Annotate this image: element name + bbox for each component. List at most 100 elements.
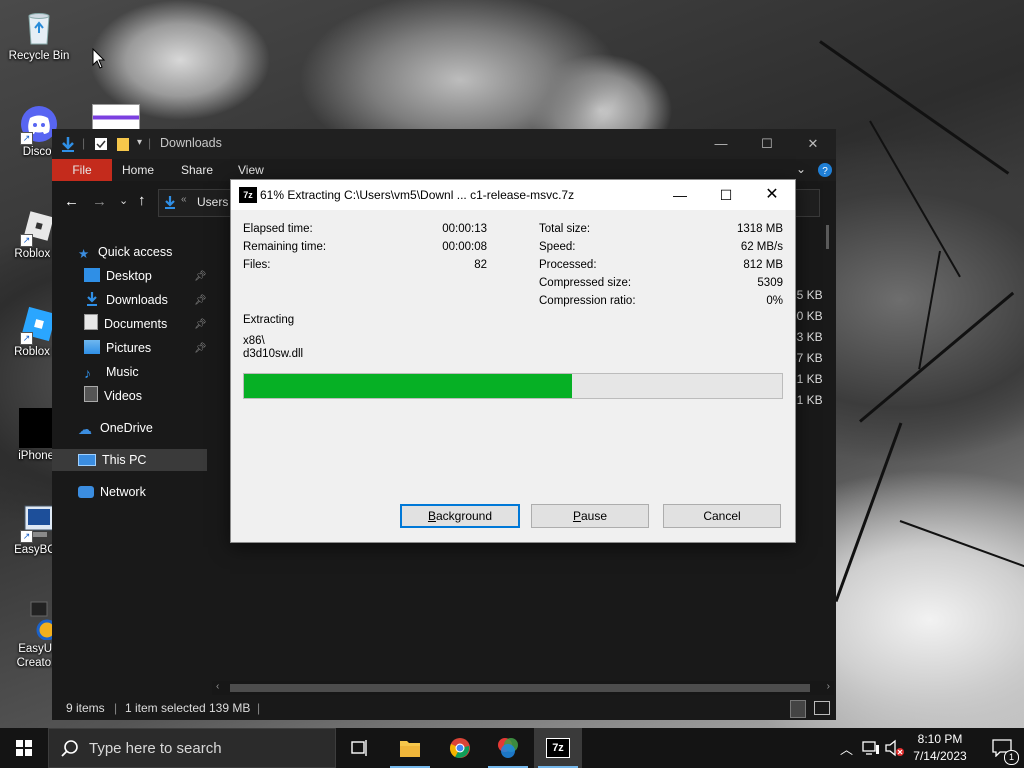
network-icon [78, 486, 94, 498]
clock-time: 8:10 PM [917, 732, 963, 746]
desktop-icon-recycle-bin[interactable]: Recycle Bin [2, 8, 76, 62]
breadcrumb-users[interactable]: Users [197, 195, 228, 209]
pin-icon[interactable]: 📌︎ [194, 319, 207, 330]
status-separator: | [114, 701, 118, 715]
task-view-button[interactable] [336, 728, 384, 768]
nav-desktop[interactable]: Desktop [84, 265, 152, 287]
computer-icon [78, 454, 96, 466]
background-button[interactable]: Background [400, 504, 520, 528]
current-directory: x86\ [243, 335, 265, 347]
remaining-time-label: Remaining time: [243, 241, 327, 253]
nav-quick-access[interactable]: ★ Quick access [78, 241, 172, 263]
taskbar-file-explorer[interactable] [386, 728, 434, 768]
nav-onedrive[interactable]: ☁ OneDrive [78, 417, 153, 439]
tab-home[interactable]: Home [110, 159, 166, 181]
taskbar-clock[interactable]: 8:10 PM 7/14/2023 [906, 731, 974, 765]
pin-icon[interactable]: 📌︎ [194, 295, 207, 306]
color-app-icon [498, 738, 518, 758]
nav-videos[interactable]: Videos [84, 385, 142, 407]
action-center-button[interactable]: 1 [980, 728, 1024, 768]
explorer-title-bar[interactable]: | ▾ | Downloads ― ☐ ✕ [52, 129, 836, 159]
horizontal-scrollbar[interactable]: ‹ › [212, 681, 834, 695]
tab-file[interactable]: File [52, 159, 112, 181]
recent-locations-icon[interactable]: ⌄ [119, 194, 128, 207]
scroll-right-icon[interactable]: › [827, 681, 830, 692]
show-hidden-icons-icon[interactable]: ︿ [840, 739, 853, 758]
nav-pictures[interactable]: Pictures [84, 337, 151, 359]
scroll-left-icon[interactable]: ‹ [216, 681, 219, 692]
downloads-folder-icon [84, 291, 100, 306]
status-selected: 1 item selected [125, 701, 206, 715]
quick-access-dropdown-icon[interactable]: ▾ [137, 137, 142, 148]
dialog-minimize-button[interactable]: ― [657, 180, 703, 210]
nav-documents[interactable]: Documents [84, 313, 167, 335]
scrollbar-thumb[interactable] [230, 684, 810, 692]
expand-ribbon-icon[interactable]: ⌄ [796, 162, 806, 176]
remaining-time-value: 00:00:08 [442, 241, 487, 253]
nav-label: Documents [104, 317, 168, 331]
large-icons-view-icon[interactable] [814, 701, 830, 715]
files-label: Files: [243, 259, 271, 271]
nav-label: Videos [104, 389, 142, 403]
forward-arrow-icon[interactable]: → [92, 193, 107, 210]
details-view-icon[interactable] [790, 700, 806, 718]
extraction-progress-bar [243, 373, 783, 399]
compressed-size-value: 5309 [757, 277, 783, 289]
videos-folder-icon [84, 386, 98, 402]
pin-icon[interactable]: 📌︎ [194, 343, 207, 354]
taskbar-chrome[interactable] [436, 728, 484, 768]
network-tray-icon[interactable] [862, 740, 880, 756]
properties-check-icon[interactable] [94, 137, 108, 151]
nav-music[interactable]: ♪ Music [84, 361, 139, 383]
taskbar-color-app[interactable] [484, 728, 532, 768]
maximize-button[interactable]: ☐ [744, 129, 790, 159]
compression-ratio-value: 0% [766, 295, 783, 307]
breadcrumb-overflow-icon[interactable]: « [181, 194, 187, 205]
help-icon[interactable]: ? [818, 163, 832, 177]
start-button[interactable] [0, 728, 48, 768]
cloud-icon: ☁ [78, 421, 92, 437]
status-separator: | [257, 701, 261, 715]
tab-share[interactable]: Share [169, 159, 225, 181]
dialog-close-button[interactable]: ✕ [749, 180, 795, 210]
taskbar-7zip[interactable]: 7z [534, 728, 582, 768]
nav-label: Downloads [106, 293, 168, 307]
volume-muted-icon[interactable] [884, 739, 904, 757]
speed-label: Speed: [539, 241, 576, 253]
nav-label: Network [100, 485, 146, 499]
processed-value: 812 MB [743, 259, 783, 271]
close-button[interactable]: ✕ [790, 129, 836, 159]
elapsed-time-label: Elapsed time: [243, 223, 313, 235]
extract-progress-dialog[interactable]: 7z 61% Extracting C:\Users\vm5\Downl ...… [230, 179, 796, 543]
vertical-scrollbar[interactable] [826, 225, 829, 249]
nav-label: This PC [102, 453, 147, 467]
nav-downloads[interactable]: Downloads [84, 289, 168, 311]
dialog-title: 61% Extracting C:\Users\vm5\Downl ... c1… [260, 188, 575, 202]
7zip-app-icon: 7z [239, 187, 257, 203]
minimize-button[interactable]: ― [698, 129, 744, 159]
speed-value: 62 MB/s [740, 241, 783, 253]
taskbar-search-box[interactable]: Type here to search [48, 728, 336, 768]
dialog-title-bar[interactable]: 7z 61% Extracting C:\Users\vm5\Downl ...… [231, 180, 795, 210]
music-note-icon: ♪ [84, 365, 91, 381]
desktop-icon-partial[interactable] [92, 104, 140, 132]
dialog-maximize-button[interactable]: ☐ [703, 180, 749, 210]
status-bar: 9 items | 1 item selected 139 MB | [52, 696, 836, 720]
back-arrow-icon[interactable]: ← [64, 193, 79, 210]
download-arrow-icon [62, 137, 74, 152]
button-label: ause [580, 509, 608, 523]
current-file: d3d10sw.dll [243, 348, 304, 360]
nav-this-pc[interactable]: This PC [52, 449, 207, 471]
pause-button[interactable]: Pause [531, 504, 649, 528]
pin-icon[interactable]: 📌︎ [194, 271, 207, 282]
nav-network[interactable]: Network [78, 481, 146, 503]
clock-date: 7/14/2023 [913, 749, 967, 763]
tab-view[interactable]: View [226, 159, 276, 181]
progress-fill [244, 374, 573, 398]
7zip-icon: 7z [546, 738, 570, 758]
up-arrow-icon[interactable]: ↑ [138, 192, 146, 209]
navigation-pane: ★ Quick access Desktop 📌︎ Downloads 📌︎ Do… [52, 239, 210, 689]
explorer-window-title: Downloads [160, 136, 222, 150]
new-folder-icon[interactable] [116, 136, 130, 152]
cancel-button[interactable]: Cancel [663, 504, 781, 528]
